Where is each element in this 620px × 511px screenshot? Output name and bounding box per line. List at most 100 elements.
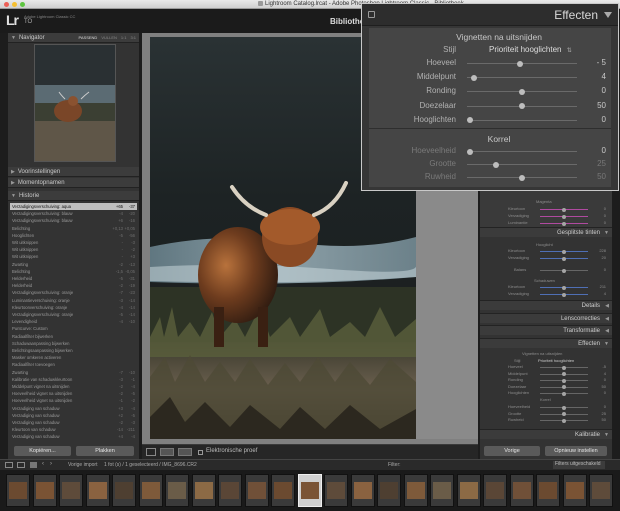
slider-knob[interactable] <box>562 249 566 254</box>
history-step[interactable]: Helderheid -2 -19 <box>10 282 137 289</box>
slider-track[interactable] <box>467 77 577 79</box>
slider-knob[interactable] <box>519 88 525 95</box>
panel-handle-icon[interactable] <box>368 11 375 18</box>
filmstrip-thumbnail[interactable] <box>138 474 163 507</box>
history-step[interactable]: Helderheid -5 -31 <box>10 275 137 282</box>
slider-track[interactable] <box>467 119 577 121</box>
slider-value[interactable]: 20 <box>586 255 606 260</box>
style-dropdown[interactable]: Prioriteit hooglichten <box>538 358 574 363</box>
snapshots-header[interactable]: ▶ Momentopnamen <box>8 178 139 188</box>
presets-header[interactable]: ▶ Voorinstellingen <box>8 167 139 177</box>
filmstrip-thumbnail[interactable] <box>589 474 613 507</box>
slider-knob[interactable] <box>467 148 473 155</box>
lens-corrections-header[interactable]: Lenscorrecties ◀ <box>480 313 612 323</box>
history-step[interactable]: Masker omkeren activeren <box>10 354 137 361</box>
zoom-fit-option[interactable]: PASSEND <box>78 35 97 40</box>
history-step[interactable]: Wit uitknippen - +3 <box>10 253 137 260</box>
before-after-view-icon[interactable] <box>160 448 174 456</box>
slider-knob[interactable] <box>562 365 566 370</box>
main-window-icon[interactable] <box>5 462 13 468</box>
filmstrip-thumbnail[interactable] <box>324 474 348 507</box>
slider-value[interactable]: 25 <box>586 411 606 416</box>
filmstrip-thumbnail[interactable] <box>536 474 560 507</box>
zoom-window-button[interactable] <box>20 2 25 7</box>
slider-value[interactable]: 50 <box>581 101 606 110</box>
transform-header[interactable]: Transformatie ◀ <box>480 325 612 335</box>
slider-value[interactable]: 4 <box>581 72 606 81</box>
slider-knob[interactable] <box>471 74 478 81</box>
slider-value[interactable]: 50 <box>586 417 606 422</box>
slider-value[interactable]: 0 <box>581 86 606 95</box>
filmstrip-thumbnail[interactable] <box>377 474 401 507</box>
history-step[interactable]: Luminantieverschuiving: oranje -3 -14 <box>10 297 137 304</box>
history-step[interactable]: Zwarting -2 -13 <box>10 261 137 268</box>
history-step[interactable]: Puntcurve: Custom <box>10 325 137 332</box>
history-step[interactable]: Verzadiging van schaduw -2 -3 <box>10 419 137 426</box>
filmstrip-thumbnail[interactable] <box>112 474 136 507</box>
filmstrip-thumbnail[interactable] <box>562 474 587 507</box>
slider-knob[interactable] <box>562 256 566 261</box>
filmstrip-thumbnail[interactable] <box>456 474 481 507</box>
navigator-header[interactable]: ▼ Navigator PASSEND VULLEN 1:1 3:1 <box>8 33 139 43</box>
slider-knob[interactable] <box>519 174 525 181</box>
history-step[interactable]: Hooglichten -5 -56 <box>10 232 137 239</box>
slider-knob[interactable] <box>493 161 499 168</box>
history-step[interactable]: Schaduwaanpassing bijwerken <box>10 340 137 347</box>
compare-view-icon[interactable] <box>178 448 192 456</box>
slider-track[interactable] <box>467 151 577 152</box>
history-step[interactable]: Belichtingsaanpassing bijwerken <box>10 347 137 354</box>
slider-knob[interactable] <box>562 292 566 297</box>
slider-value[interactable]: -5 <box>586 364 606 369</box>
slider-value[interactable]: 25 <box>581 159 606 168</box>
slider-value[interactable]: 50 <box>581 172 606 181</box>
style-dropdown[interactable]: Prioriteit hooglichten ⇅ <box>489 45 572 54</box>
slider-value[interactable]: 0 <box>586 390 606 395</box>
history-step[interactable]: Zwarting -7 -10 <box>10 369 137 376</box>
slider-knob[interactable] <box>467 117 473 124</box>
slider-knob[interactable] <box>562 207 566 212</box>
filmstrip-thumbnail[interactable] <box>271 474 295 507</box>
reset-button[interactable]: Opnieuw instellen <box>545 446 607 456</box>
calibration-header[interactable]: Kalibratie ▼ <box>480 429 612 439</box>
filmstrip-thumbnail[interactable] <box>165 474 189 507</box>
filmstrip-thumbnail[interactable] <box>509 474 534 507</box>
history-step[interactable]: Wit uitknippen - -2 <box>10 246 137 253</box>
grid-view-icon[interactable] <box>30 462 37 468</box>
balance-value[interactable]: 0 <box>586 267 606 272</box>
zoom-fill-option[interactable]: VULLEN <box>101 35 117 40</box>
split-toning-header[interactable]: Gesplitste tinten ▼ <box>480 227 612 237</box>
filmstrip-thumbnail[interactable] <box>218 474 242 507</box>
zoom-3-1-option[interactable]: 3:1 <box>130 35 136 40</box>
filmstrip-thumbnail[interactable] <box>350 474 375 507</box>
history-header[interactable]: ▼ Historie <box>8 191 139 201</box>
soft-proof-checkbox[interactable] <box>198 450 203 455</box>
copy-button[interactable]: Kopiëren... <box>14 446 71 456</box>
slider-knob[interactable] <box>562 391 566 396</box>
history-step[interactable]: Belichting +0,13 +0,05 <box>10 225 137 232</box>
history-step[interactable]: Verzadigingsverschuiving: blauw -4 -20 <box>10 210 137 217</box>
source-label[interactable]: Vorige import <box>68 462 97 468</box>
filmstrip-thumbnail[interactable] <box>59 474 83 507</box>
filmstrip-thumbnail[interactable] <box>403 474 428 507</box>
slider-value[interactable]: 0 <box>581 115 606 124</box>
filmstrip-thumbnail[interactable] <box>85 474 110 507</box>
history-step[interactable]: Radiaalfilter toevoegen <box>10 361 137 368</box>
filmstrip-thumbnail[interactable] <box>430 474 454 507</box>
second-window-icon[interactable] <box>17 462 25 468</box>
slider-value[interactable]: 0 <box>586 377 606 382</box>
history-step[interactable]: Kleurtoonverschuiving: oranje -4 -14 <box>10 304 137 311</box>
loupe-view-icon[interactable] <box>146 448 156 456</box>
history-step[interactable]: Verzadigingsverschuiving: oranje -5 -14 <box>10 311 137 318</box>
slider-knob[interactable] <box>562 214 566 219</box>
history-step[interactable]: Hoeveelheid vignet na uitsnijden -2 -5 <box>10 390 137 397</box>
history-step[interactable]: Middelpunt vignet na uitsnijden -2 -4 <box>10 383 137 390</box>
slider-value[interactable]: 0 <box>581 146 606 155</box>
history-step[interactable]: Kalibratie van schaduwkleurtoon -3 -1 <box>10 376 137 383</box>
history-step[interactable]: Kleurtoon van schaduw -14 -211 <box>10 426 137 433</box>
filter-dropdown[interactable]: Filters uitgeschakeld <box>553 461 605 469</box>
paste-button[interactable]: Plakken <box>76 446 134 456</box>
details-header[interactable]: Details ◀ <box>480 300 612 310</box>
slider-knob[interactable] <box>519 103 525 110</box>
slider-knob[interactable] <box>516 60 523 67</box>
history-step[interactable]: Radiaalfilter bijwerken <box>10 333 137 340</box>
